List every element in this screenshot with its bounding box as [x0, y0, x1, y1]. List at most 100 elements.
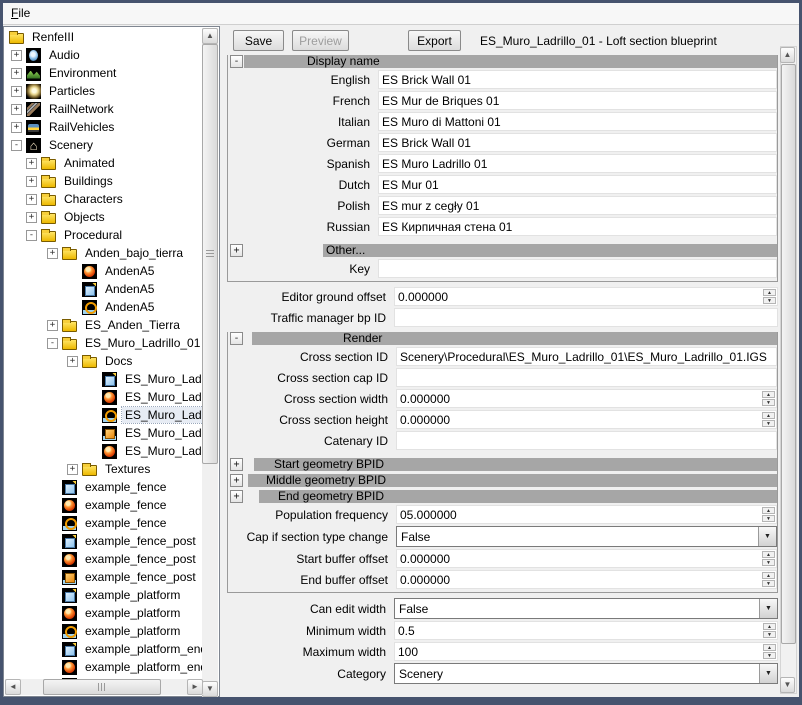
tree-vertical-scrollbar[interactable]: ▲ ▼	[202, 28, 218, 697]
expand-button[interactable]: +	[230, 458, 243, 471]
traffic-manager-bp-id-field[interactable]	[394, 308, 778, 327]
tree-item[interactable]: example_platform_end	[5, 640, 202, 658]
expand-icon[interactable]: +	[67, 464, 78, 475]
expand-icon[interactable]: +	[26, 158, 37, 169]
expand-icon[interactable]: +	[47, 248, 58, 259]
tree-item[interactable]: RenfeIII	[5, 28, 202, 46]
spin-up-icon[interactable]: ▲	[763, 644, 776, 651]
expand-icon[interactable]: +	[11, 68, 22, 79]
panel-vertical-scrollbar[interactable]: ▲ ▼	[780, 46, 797, 694]
tree-item[interactable]: +RailVehicles	[5, 118, 202, 136]
tree-item[interactable]: +Textures	[5, 460, 202, 478]
spin-down-icon[interactable]: ▼	[762, 559, 775, 566]
save-button[interactable]: Save	[233, 30, 284, 51]
can-edit-width-field[interactable]: False▼	[394, 598, 778, 619]
collapse-button[interactable]: -	[230, 55, 243, 68]
spin-down-icon[interactable]: ▼	[762, 580, 775, 587]
dropdown-arrow-icon[interactable]: ▼	[759, 664, 777, 683]
tree-item[interactable]: example_fence_post	[5, 568, 202, 586]
collapse-icon[interactable]: -	[11, 140, 22, 151]
spin-up-icon[interactable]: ▲	[762, 507, 775, 514]
expand-icon[interactable]: +	[11, 104, 22, 115]
tree-item[interactable]: ES_Muro_Ladrillo_01	[5, 406, 202, 424]
tree-item[interactable]: AndenA5	[5, 280, 202, 298]
cross-section-cap-id-field[interactable]	[396, 368, 777, 387]
italian-field[interactable]: ES Muro di Mattoni 01	[378, 112, 777, 131]
tree-item[interactable]: +Particles	[5, 82, 202, 100]
menu-item-file[interactable]: File	[3, 3, 38, 23]
scroll-right-icon[interactable]: ►	[187, 679, 203, 695]
dropdown-arrow-icon[interactable]: ▼	[759, 599, 777, 618]
expand-button[interactable]: +	[230, 244, 243, 257]
tree-item[interactable]: example_platform_end	[5, 658, 202, 676]
spin-up-icon[interactable]: ▲	[763, 289, 776, 296]
dropdown-arrow-icon[interactable]: ▼	[758, 527, 776, 546]
end-buffer-offset-field[interactable]: 0.000000▲▼	[396, 570, 777, 589]
tree-vscroll-thumb[interactable]	[202, 44, 218, 464]
minimum-width-field[interactable]: 0.5▲▼	[394, 621, 778, 640]
tree-item[interactable]: -ES_Muro_Ladrillo_01	[5, 334, 202, 352]
scroll-up-icon[interactable]: ▲	[202, 28, 218, 44]
tree-item[interactable]: AndenA5	[5, 262, 202, 280]
expand-icon[interactable]: +	[67, 356, 78, 367]
collapse-icon[interactable]: -	[47, 338, 58, 349]
scroll-down-icon[interactable]: ▼	[202, 681, 218, 697]
expand-icon[interactable]: +	[11, 50, 22, 61]
polish-field[interactable]: ES mur z cegły 01	[378, 196, 777, 215]
editor-ground-offset-field[interactable]: 0.000000▲▼	[394, 287, 778, 306]
expand-icon[interactable]: +	[11, 122, 22, 133]
dutch-field[interactable]: ES Mur 01	[378, 175, 777, 194]
spin-down-icon[interactable]: ▼	[763, 297, 776, 304]
tree-item[interactable]: ES_Muro_Ladrillo_01	[5, 370, 202, 388]
tree-item[interactable]: -Procedural	[5, 226, 202, 244]
tree-item[interactable]: example_platform	[5, 622, 202, 640]
tree-item[interactable]: +Anden_bajo_tierra	[5, 244, 202, 262]
expand-icon[interactable]: +	[26, 212, 37, 223]
category-field[interactable]: Scenery▼	[394, 663, 778, 684]
tree-item[interactable]: +Audio	[5, 46, 202, 64]
spin-up-icon[interactable]: ▲	[762, 412, 775, 419]
tree-item[interactable]: example_fence	[5, 478, 202, 496]
cross-section-width-field[interactable]: 0.000000▲▼	[396, 389, 777, 408]
cap-if-section-type-change-field[interactable]: False▼	[396, 526, 777, 547]
spin-down-icon[interactable]: ▼	[762, 420, 775, 427]
key-field[interactable]	[378, 259, 777, 278]
english-field[interactable]: ES Brick Wall 01	[378, 70, 777, 89]
tree-item[interactable]: ES_Muro_Ladrillo_01	[5, 442, 202, 460]
cross-section-id-field[interactable]: Scenery\Procedural\ES_Muro_Ladrillo_01\E…	[396, 347, 777, 366]
spin-down-icon[interactable]: ▼	[762, 515, 775, 522]
collapse-button[interactable]: -	[230, 332, 243, 345]
population-frequency-field[interactable]: 05.000000▲▼	[396, 505, 777, 524]
tree-item[interactable]: +Docs	[5, 352, 202, 370]
start-buffer-offset-field[interactable]: 0.000000▲▼	[396, 549, 777, 568]
scroll-up-icon[interactable]: ▲	[780, 47, 795, 63]
tree-item[interactable]: ES_Muro_Ladrillo_01	[5, 424, 202, 442]
spin-down-icon[interactable]: ▼	[763, 652, 776, 659]
tree-item[interactable]: +Animated	[5, 154, 202, 172]
french-field[interactable]: ES Mur de Briques 01	[378, 91, 777, 110]
scroll-left-icon[interactable]: ◄	[5, 679, 21, 695]
tree-hscroll-thumb[interactable]	[43, 679, 161, 695]
tree-item[interactable]: AndenA5	[5, 298, 202, 316]
expand-button[interactable]: +	[230, 490, 243, 503]
expand-icon[interactable]: +	[26, 176, 37, 187]
catenary-id-field[interactable]	[396, 431, 777, 450]
tree-item[interactable]: +Objects	[5, 208, 202, 226]
tree-item[interactable]: example_fence	[5, 496, 202, 514]
tree-item[interactable]: -Scenery	[5, 136, 202, 154]
expand-button[interactable]: +	[230, 474, 243, 487]
spanish-field[interactable]: ES Muro Ladrillo 01	[378, 154, 777, 173]
spin-down-icon[interactable]: ▼	[763, 631, 776, 638]
tree-item[interactable]: example_platform	[5, 586, 202, 604]
tree-item[interactable]: +Characters	[5, 190, 202, 208]
maximum-width-field[interactable]: 100▲▼	[394, 642, 778, 661]
scroll-down-icon[interactable]: ▼	[780, 677, 795, 693]
expand-icon[interactable]: +	[26, 194, 37, 205]
collapse-icon[interactable]: -	[26, 230, 37, 241]
spin-up-icon[interactable]: ▲	[763, 623, 776, 630]
tree-item[interactable]: example_platform	[5, 604, 202, 622]
tree-item[interactable]: ES_Muro_Ladrillo_01	[5, 388, 202, 406]
russian-field[interactable]: ES Кирпичная стена 01	[378, 217, 777, 236]
spin-up-icon[interactable]: ▲	[762, 551, 775, 558]
spin-up-icon[interactable]: ▲	[762, 391, 775, 398]
